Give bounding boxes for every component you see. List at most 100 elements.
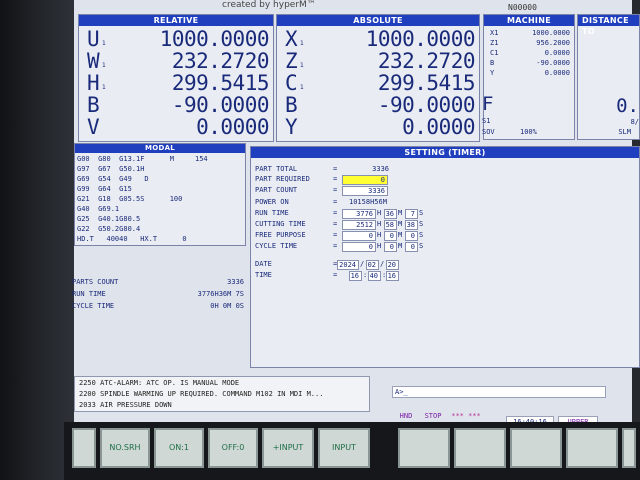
axis-name: B [285, 93, 298, 117]
mode-indicator: HND [399, 412, 413, 420]
relative-row-h: H 1 299.5415 [79, 71, 273, 95]
part-required-label: PART REQUIRED [255, 175, 310, 183]
part-required-input[interactable]: 0 [342, 175, 388, 185]
softkey-on-1[interactable]: ON:1 [154, 428, 204, 468]
softkey-input[interactable]: INPUT [318, 428, 370, 468]
softkey-next[interactable] [622, 428, 636, 468]
date-label: DATE [255, 260, 272, 268]
machine-row: Y 0.0000 [490, 69, 570, 79]
cutting-time-minutes-input[interactable]: 58 [384, 220, 397, 230]
relative-row-w: W 1 232.2720 [79, 49, 273, 73]
softkey-bar: NO.SRH ON:1 OFF:0 +INPUT INPUT [64, 422, 640, 480]
cycle-time-minutes-input[interactable]: 0 [384, 242, 397, 252]
feed-label: F [482, 93, 494, 115]
axis-sub: 1 [300, 84, 304, 91]
equals-sign: = [333, 209, 338, 217]
machine-axis: B [490, 59, 495, 67]
equals-sign: = [333, 242, 338, 250]
axis-value: 232.2720 [377, 49, 476, 73]
cutting-time-label: CUTTING TIME [255, 220, 306, 228]
relative-row-v: V 0.0000 [79, 115, 273, 139]
run-time-label: RUN TIME [255, 209, 289, 217]
power-on-value: 10158H56M [349, 198, 387, 206]
softkey-blank[interactable] [566, 428, 618, 468]
run-time-hours-input[interactable]: 3776 [342, 209, 376, 219]
axis-name: Z [285, 49, 298, 73]
absolute-row-z: Z 1 232.2720 [277, 49, 479, 73]
setting-title: SETTING (TIMER) [251, 147, 639, 158]
alarm-message-box: 2250 ATC-ALARM: ATC OP. IS MANUAL MODE 2… [74, 376, 370, 412]
absolute-row-b: B -90.0000 [277, 93, 479, 117]
stars-indicator: *** *** [451, 412, 481, 420]
free-purpose-minutes-input[interactable]: 0 [384, 231, 397, 241]
date-month-input[interactable]: 02 [366, 260, 379, 270]
axis-sub: 1 [300, 40, 304, 47]
run-time-minutes-input[interactable]: 36 [384, 209, 397, 219]
date-day-input[interactable]: 20 [386, 260, 399, 270]
axis-name: H [87, 71, 100, 95]
monitor-bezel-left [0, 0, 74, 480]
machine-axis: X1 [490, 29, 499, 37]
axis-value: 0.0000 [196, 115, 269, 139]
sov-value: 100% [520, 128, 537, 136]
machine-row: X1 1000.0000 [490, 29, 570, 39]
modal-line: G97 G67 G50.1H [77, 165, 145, 173]
relative-row-b: B -90.0000 [79, 95, 273, 116]
cutting-time-seconds-input[interactable]: 38 [405, 220, 418, 230]
free-purpose-label: FREE PURPOSE [255, 231, 306, 239]
machine-row: Z1 956.2000 [490, 39, 570, 49]
free-purpose-seconds-input[interactable]: 0 [405, 231, 418, 241]
modal-line: G99 G64 G15 [77, 185, 132, 193]
time-second-input[interactable]: 16 [386, 271, 399, 281]
softkey-off-0[interactable]: OFF:0 [208, 428, 258, 468]
equals-sign: = [333, 186, 338, 194]
softkey-blank[interactable] [454, 428, 506, 468]
time-hour-input[interactable]: 16 [349, 271, 362, 281]
machine-value: 956.2000 [536, 39, 570, 47]
distance-value: 0. [616, 95, 639, 117]
date-separator: / [360, 260, 365, 268]
softkey-return[interactable] [72, 428, 96, 468]
run-time-seconds-input[interactable]: 7 [405, 209, 418, 219]
axis-name: W [87, 49, 100, 73]
sov-label: SOV [482, 128, 495, 136]
distance-sub: 8/ [630, 118, 639, 126]
relative-title: RELATIVE [79, 15, 273, 26]
machine-axis: Z1 [490, 39, 499, 47]
alarm-line: 2250 ATC-ALARM: ATC OP. IS MANUAL MODE [79, 379, 240, 387]
cycle-time-seconds-input[interactable]: 0 [405, 242, 418, 252]
part-count-input[interactable]: 3336 [342, 186, 388, 196]
absolute-panel: ABSOLUTE X 1 1000.0000 Z 1 232.2720 C 1 299.54… [276, 14, 480, 142]
time-minute-input[interactable]: 40 [368, 271, 381, 281]
axis-sub: 1 [102, 40, 106, 47]
axis-name: V [87, 115, 100, 139]
equals-sign: = [333, 198, 338, 206]
softkey-blank[interactable] [510, 428, 562, 468]
softkey-plus-input[interactable]: +INPUT [262, 428, 314, 468]
alarm-line: 2200 SPINDLE WARMING UP REQUIRED. COMMAN… [79, 390, 324, 398]
part-total-label: PART TOTAL [255, 165, 298, 173]
time-separator: : [363, 271, 368, 279]
axis-name: U [87, 27, 100, 51]
cycle-time-hours-input[interactable]: 0 [342, 242, 376, 252]
distance-title: DISTANCE TO [578, 15, 639, 36]
softkey-no-srh[interactable]: NO.SRH [100, 428, 150, 468]
axis-name: X [285, 27, 298, 51]
parts-count-value: 3336 [227, 278, 244, 286]
relative-panel: RELATIVE U 1 1000.0000 W 1 232.2720 H 1 299.54… [78, 14, 274, 142]
cutting-time-hours-input[interactable]: 2512 [342, 220, 376, 230]
parts-count-label: PARTS COUNT [72, 278, 119, 286]
equals-sign: = [333, 231, 338, 239]
machine-value: 0.0000 [544, 49, 570, 57]
hour-unit: H [377, 209, 382, 217]
free-purpose-hours-input[interactable]: 0 [342, 231, 376, 241]
key-input-line[interactable]: A>_ [392, 386, 606, 398]
slm-label: SLM [618, 128, 631, 136]
axis-value: 0.0000 [402, 115, 475, 139]
relative-row-u: U 1 1000.0000 [79, 27, 273, 51]
equals-sign: = [333, 220, 338, 228]
absolute-row-y: Y 0.0000 [277, 115, 479, 139]
modal-line: G25 G40.1G80.5 [77, 215, 141, 223]
date-year-input[interactable]: 2024 [337, 260, 359, 270]
softkey-blank[interactable] [398, 428, 450, 468]
